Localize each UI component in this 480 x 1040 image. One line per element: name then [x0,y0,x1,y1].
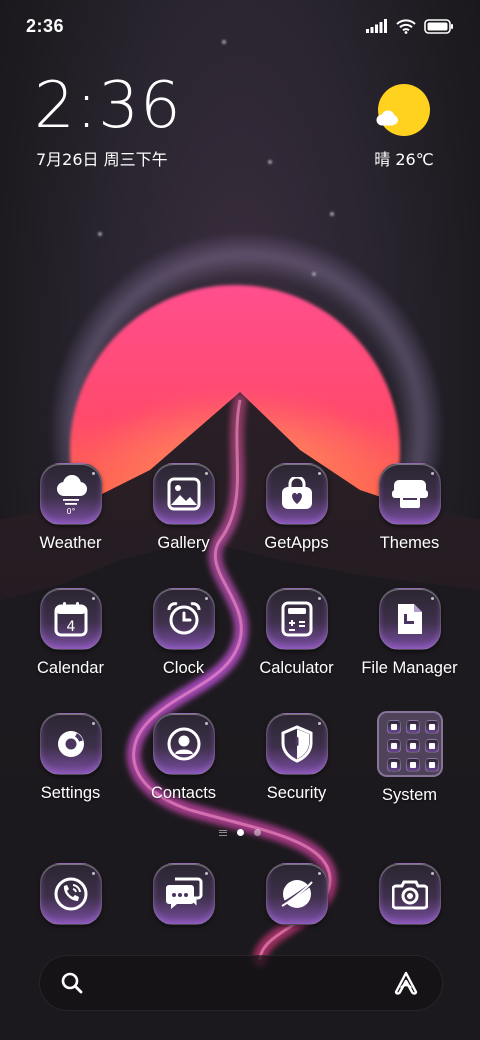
cloud-icon [376,110,398,126]
app-gallery[interactable]: Gallery [127,463,240,588]
app-settings[interactable]: Settings [14,713,127,838]
dock-browser[interactable] [240,863,353,925]
mini-app-icon [405,758,420,772]
sun-cloud-icon [376,84,430,136]
app-label-weather: Weather [39,534,102,552]
app-label-security: Security [266,784,327,802]
messages-icon [152,863,215,925]
app-themes[interactable]: Themes [353,463,466,588]
app-file-manager[interactable]: File Manager [353,588,466,713]
weather-widget-text: 晴 26℃ [374,150,434,169]
mini-app-icon [405,720,420,734]
browser-planet-icon [265,863,328,925]
themes-printer-icon [378,463,441,525]
app-label-settings: Settings [40,784,101,802]
getapps-bag-icon [265,463,328,525]
status-icons [366,18,454,34]
gallery-image-icon [152,463,215,525]
app-label-calculator: Calculator [259,659,334,677]
signal-bars-icon [366,19,387,33]
mini-app-icon [386,739,401,753]
folder-icon [376,711,443,777]
app-calculator[interactable]: Calculator [240,588,353,713]
page-indicator[interactable] [0,829,480,836]
camera-icon [378,863,441,925]
security-shield-icon [265,713,328,775]
battery-icon [424,18,453,34]
clock-widget-date[interactable]: 7月26日 周三下午 [36,146,168,170]
app-grid: 0° Weather Gallery GetApps Themes 4 Cale… [14,463,466,838]
app-row: 0° Weather Gallery GetApps Themes [14,463,466,588]
mini-app-icon [386,720,401,734]
status-bar: 2:36 [26,14,454,38]
calculator-icon [265,588,328,650]
calendar-icon: 4 [39,588,102,650]
mini-app-icon [405,739,420,753]
app-label-getapps: GetApps [264,534,329,552]
phone-icon [39,863,102,925]
mini-app-icon [424,720,439,734]
dock [14,863,466,925]
search-bar[interactable] [39,955,443,1011]
mini-app-icon [424,739,439,753]
page-indicator-menu-icon [219,829,227,836]
settings-gear-icon [39,713,102,775]
alarm-clock-icon [152,588,215,650]
mini-app-icon [424,758,439,772]
search-icon[interactable] [60,971,84,995]
mini-app-icon [386,758,401,772]
app-label-gallery: Gallery [157,534,210,552]
dock-phone[interactable] [14,863,127,925]
wifi-icon [396,18,416,34]
app-label-calendar: Calendar [37,659,104,677]
weather-widget[interactable]: 晴 26℃ [362,84,446,170]
app-clock[interactable]: Clock [127,588,240,713]
app-row: 4 Calendar Clock Calculator File Manager [14,588,466,713]
clock-widget-time[interactable]: 2:36 [34,74,182,138]
app-contacts[interactable]: Contacts [127,713,240,838]
app-label-system: System [381,786,437,804]
contacts-person-icon [152,713,215,775]
app-system-folder[interactable]: System [353,711,466,838]
app-security[interactable]: Security [240,713,353,838]
app-row: Settings Contacts Security System [14,711,466,838]
calendar-day: 4 [66,619,75,635]
dock-messages[interactable] [127,863,240,925]
status-time: 2:36 [26,15,65,36]
app-label-contacts: Contacts [150,784,217,802]
app-weather[interactable]: 0° Weather [14,463,127,588]
assistant-logo-icon[interactable] [392,970,420,996]
dock-camera[interactable] [353,863,466,925]
page-dot-active [237,829,244,836]
file-icon [378,588,441,650]
weather-app-icon: 0° [39,463,102,525]
app-label-file-manager: File Manager [361,659,458,677]
app-calendar[interactable]: 4 Calendar [14,588,127,713]
weather-icon-temp: 0° [66,507,75,515]
app-label-themes: Themes [379,534,440,552]
app-getapps[interactable]: GetApps [240,463,353,588]
page-dot [254,829,261,836]
app-label-clock: Clock [162,659,205,677]
